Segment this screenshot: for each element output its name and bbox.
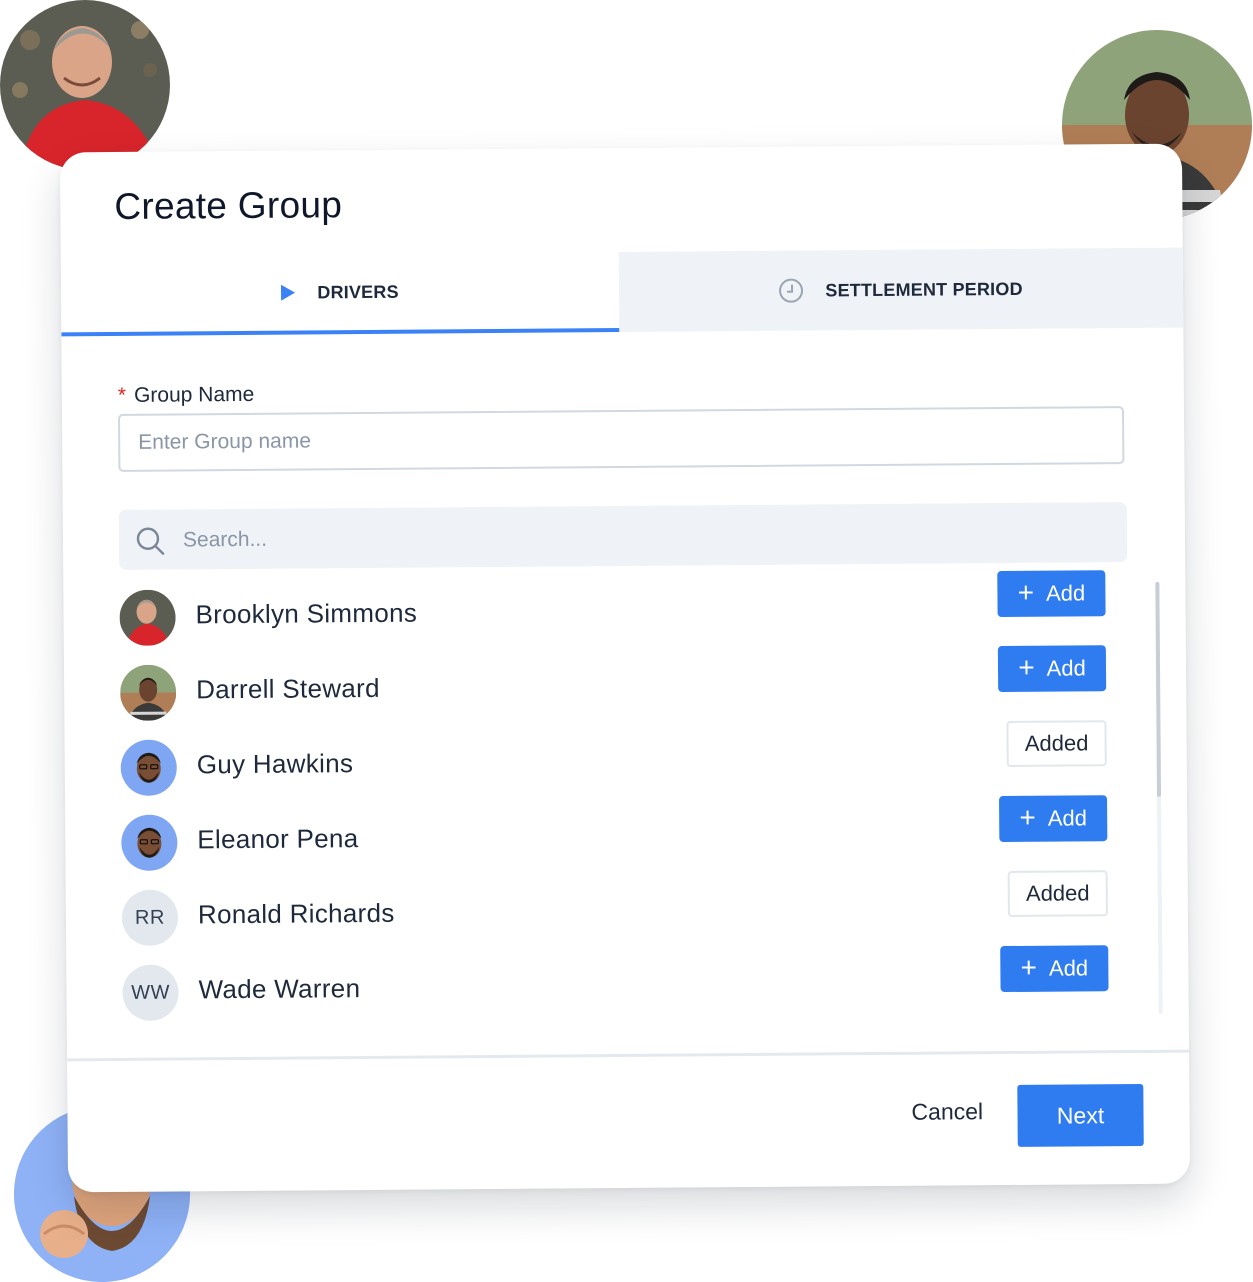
avatar: WW	[122, 964, 179, 1021]
search-icon	[136, 527, 165, 555]
clock-icon	[779, 278, 804, 303]
driver-name: Wade Warren	[198, 973, 361, 1005]
add-label: Add	[1048, 955, 1089, 981]
floating-avatar-top-left	[0, 0, 170, 170]
driver-name: Brooklyn Simmons	[195, 597, 418, 630]
avatar	[120, 739, 177, 796]
avatar: RR	[121, 889, 179, 946]
add-driver-button[interactable]: + Add	[997, 570, 1106, 618]
plus-icon: +	[1018, 651, 1035, 683]
plus-icon: +	[1017, 576, 1035, 608]
dialog-title: Create Group	[114, 184, 343, 227]
driver-row: Guy Hawkins Added	[120, 720, 1141, 800]
added-status[interactable]: Added	[1006, 720, 1107, 768]
driver-row: WW Wade Warren + Add	[122, 945, 1142, 1025]
driver-name: Darrell Steward	[196, 672, 380, 705]
play-icon	[281, 284, 296, 301]
required-marker: *	[117, 383, 127, 407]
group-name-label-text: Group Name	[133, 382, 255, 407]
add-driver-button[interactable]: + Add	[999, 795, 1108, 843]
tab-drivers[interactable]: DRIVERS	[60, 252, 620, 337]
canvas: Create Group DRIVERS SETTLEMENT PERIOD *…	[0, 0, 1253, 1282]
tab-label: DRIVERS	[317, 281, 399, 302]
tab-settlement-period[interactable]: SETTLEMENT PERIOD	[618, 247, 1184, 333]
driver-list: Brooklyn Simmons + Add Darrell Steward +…	[119, 570, 1139, 1021]
add-driver-button[interactable]: + Add	[997, 645, 1107, 693]
list-scrollbar[interactable]	[1155, 581, 1163, 1014]
add-label: Add	[1045, 580, 1086, 606]
plus-icon: +	[1019, 801, 1036, 833]
avatar	[119, 589, 176, 646]
group-name-input[interactable]	[117, 406, 1125, 472]
scrollbar-thumb[interactable]	[1155, 581, 1162, 797]
added-status[interactable]: Added	[1007, 870, 1108, 917]
driver-name: Guy Hawkins	[196, 748, 354, 780]
cancel-button[interactable]: Cancel	[905, 1097, 989, 1127]
footer-divider	[67, 1049, 1190, 1062]
driver-row: Brooklyn Simmons + Add	[119, 570, 1139, 650]
add-label: Add	[1047, 805, 1088, 831]
step-tabs: DRIVERS SETTLEMENT PERIOD	[60, 247, 1184, 337]
driver-row: Eleanor Pena + Add	[121, 795, 1141, 875]
add-label: Add	[1046, 655, 1086, 681]
driver-row: Darrell Steward + Add	[119, 645, 1140, 725]
driver-name: Eleanor Pena	[197, 823, 359, 855]
next-button[interactable]: Next	[1017, 1083, 1144, 1147]
plus-icon: +	[1020, 951, 1038, 983]
driver-search	[118, 502, 1128, 572]
tab-label: SETTLEMENT PERIOD	[825, 278, 1023, 300]
avatar	[121, 814, 178, 871]
search-input[interactable]	[180, 502, 1106, 572]
add-driver-button[interactable]: + Add	[1000, 945, 1109, 993]
avatar	[119, 664, 177, 721]
group-name-label: * Group Name	[118, 383, 255, 408]
driver-row: RR Ronald Richards Added	[121, 870, 1142, 950]
driver-name: Ronald Richards	[197, 897, 395, 930]
create-group-dialog: Create Group DRIVERS SETTLEMENT PERIOD *…	[59, 143, 1191, 1193]
